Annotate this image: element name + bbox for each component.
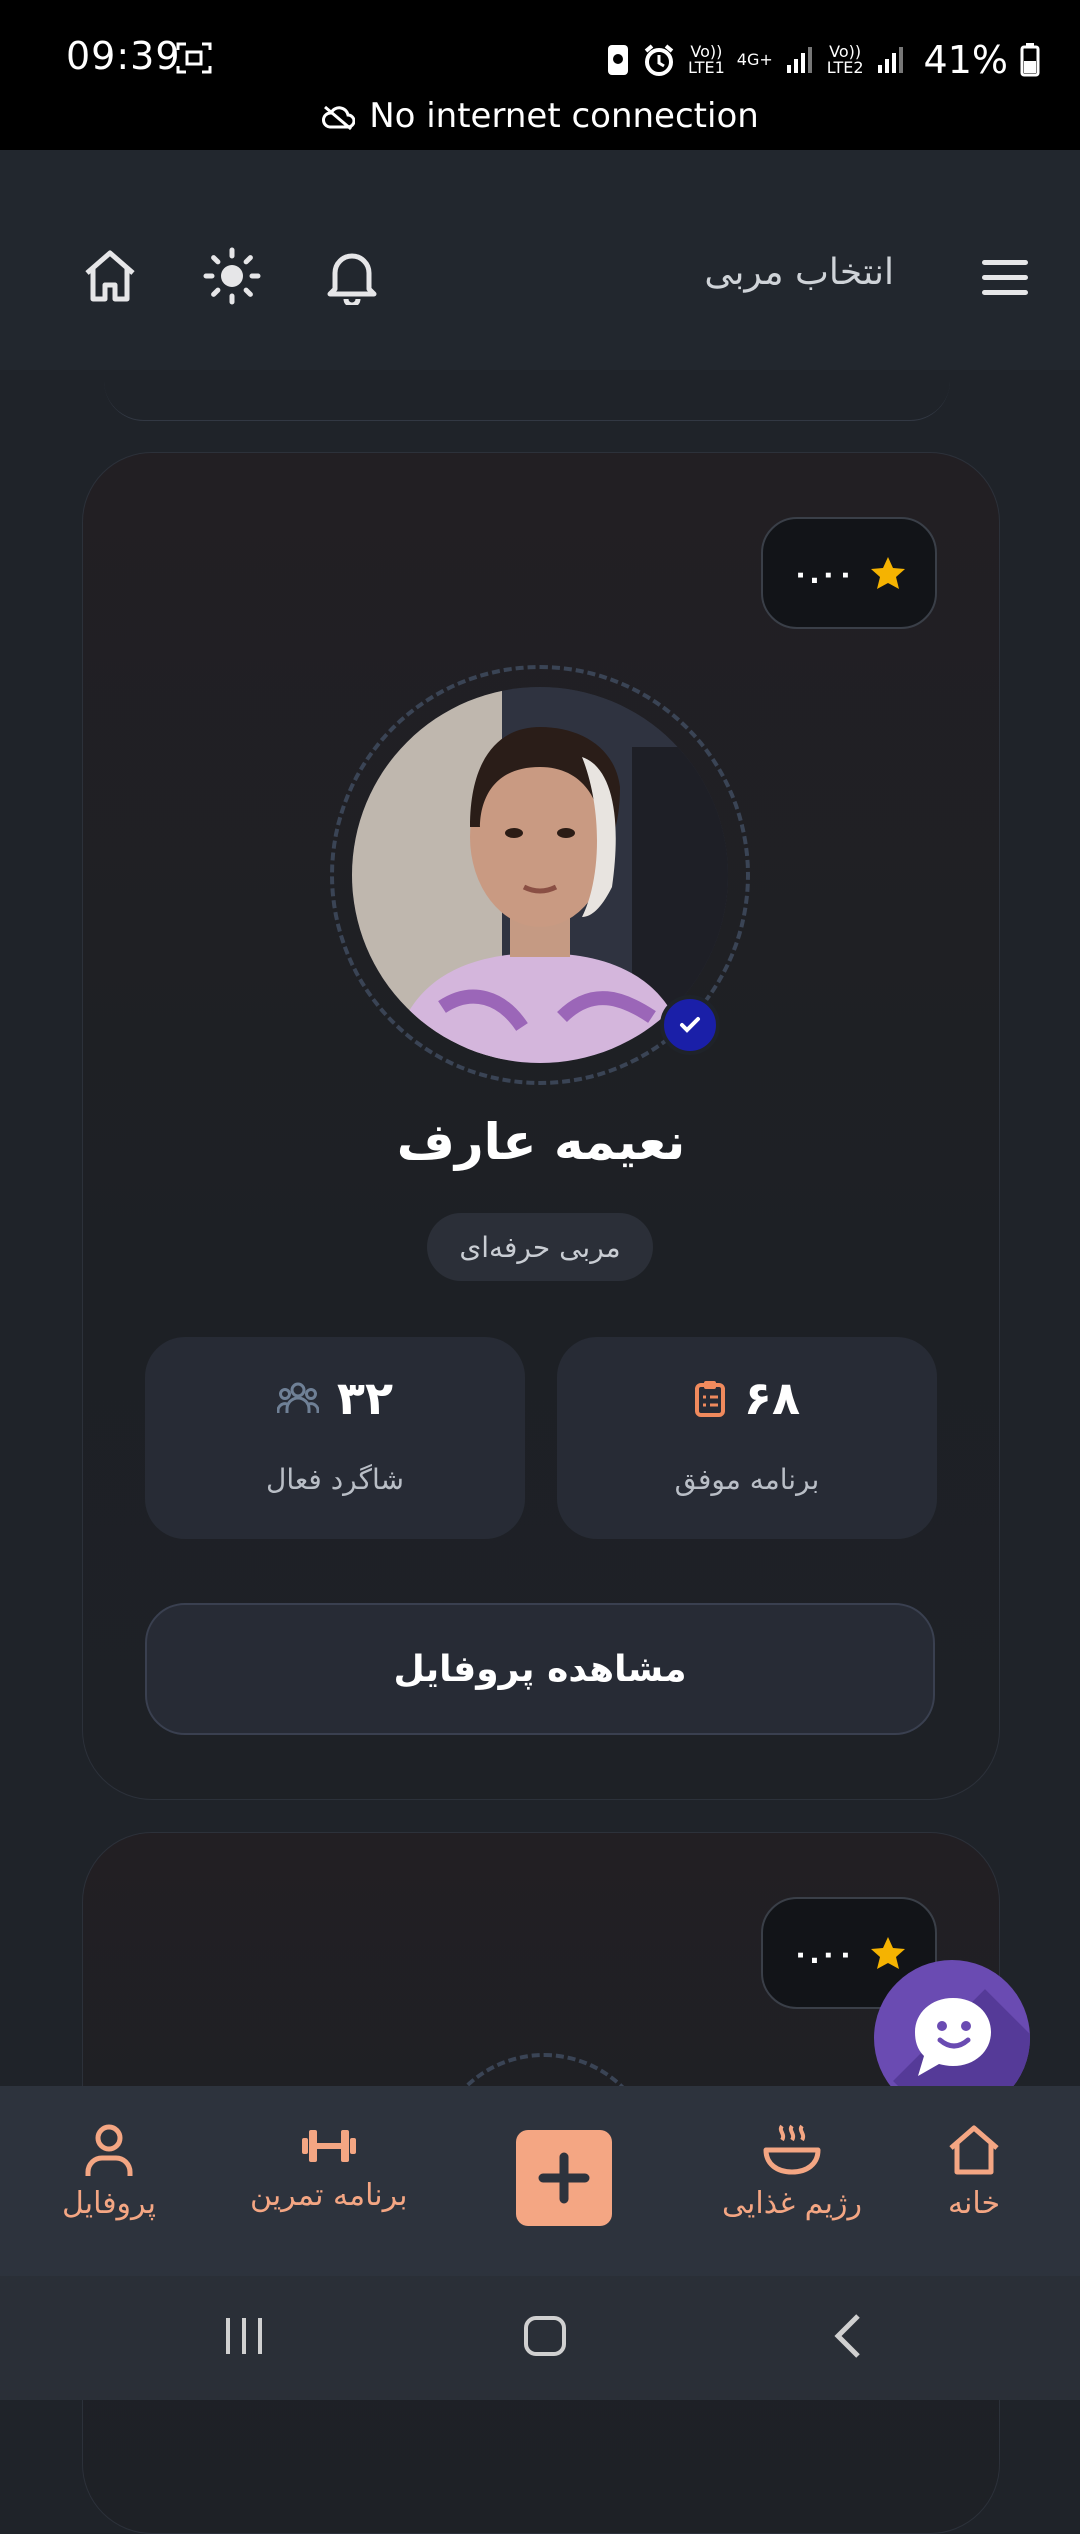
stat-value: ۳۲ [336,1371,394,1425]
network-type-label: 4G+ [736,50,773,69]
view-profile-button[interactable]: مشاهده پروفایل [145,1603,935,1735]
menu-icon[interactable] [982,260,1028,296]
network-status-text: No internet connection [369,96,759,136]
bell-icon[interactable] [322,246,382,306]
bottom-navigation: خانه رژیم غذایی برنامه تمرین پروفایل [0,2086,1080,2276]
nav-label: رژیم غذایی [722,2186,862,2221]
verified-badge-icon [660,995,720,1055]
stat-active-students: ۳۲ شاگرد فعال [145,1337,525,1539]
star-icon [870,1937,905,1969]
sim-card-icon [607,45,628,75]
nav-profile[interactable]: پروفایل [62,2122,156,2221]
app-header [0,150,1080,370]
nav-label: خانه [947,2186,1001,2221]
star-icon [870,557,905,589]
home-button-icon[interactable] [522,2312,568,2360]
stat-label: برنامه موفق [674,1463,820,1496]
nav-label: برنامه تمرین [250,2178,408,2213]
home-icon[interactable] [80,246,140,306]
nav-home[interactable]: خانه [946,2122,1002,2221]
users-icon [276,1382,319,1413]
coach-name: نعیمه عارف [396,1113,686,1171]
bowl-icon [763,2124,821,2175]
status-time: 09:39 [66,34,181,78]
nav-label: پروفایل [62,2186,156,2221]
add-button[interactable] [516,2130,612,2226]
clipboard-icon [694,1381,725,1417]
battery-charging-icon [1020,43,1040,77]
rating-badge: ۰.۰۰ [761,517,937,629]
battery-percent: 41% [923,38,1008,82]
sim1-volte-label: Vo)) LTE1 [687,42,725,77]
nav-workout[interactable]: برنامه تمرین [250,2122,408,2213]
alarm-icon [644,44,674,76]
coach-card: ۰.۰۰ نعیمه عارف مربی حرفه‌ای [82,452,1000,1800]
coach-role-badge: مربی حرفه‌ای [427,1213,653,1281]
back-icon[interactable] [830,2312,866,2360]
rating-value: ۰.۰۰ [792,556,854,590]
sim2-volte-label: Vo)) LTE2 [826,42,864,77]
stat-label: شاگرد فعال [266,1463,404,1496]
avatar-ring [330,665,750,1085]
network-status: No internet connection [0,96,1080,136]
plus-icon [538,2152,590,2204]
stat-value: ۶۸ [743,1371,801,1425]
stat-successful-programs: ۶۸ برنامه موفق [557,1337,937,1539]
system-navigation-bar [0,2276,1080,2400]
user-icon [85,2124,133,2176]
signal-icon [786,47,812,73]
dumbbell-icon [301,2130,356,2162]
previous-card-edge [104,360,950,421]
chat-bubble-icon [915,1998,991,2076]
nav-diet[interactable]: رژیم غذایی [722,2122,862,2221]
status-bar: 09:39 Vo)) LTE1 4G+ Vo)) LTE2 41% No int… [0,0,1080,150]
rating-value: ۰.۰۰ [792,1936,854,1970]
cloud-off-icon [322,105,356,130]
signal-icon [877,47,903,73]
screen-capture-icon [176,42,212,74]
home-icon [949,2125,999,2175]
page-title: انتخاب مربی [704,252,894,293]
sun-icon[interactable] [202,246,262,306]
recent-apps-icon[interactable] [222,2312,266,2360]
